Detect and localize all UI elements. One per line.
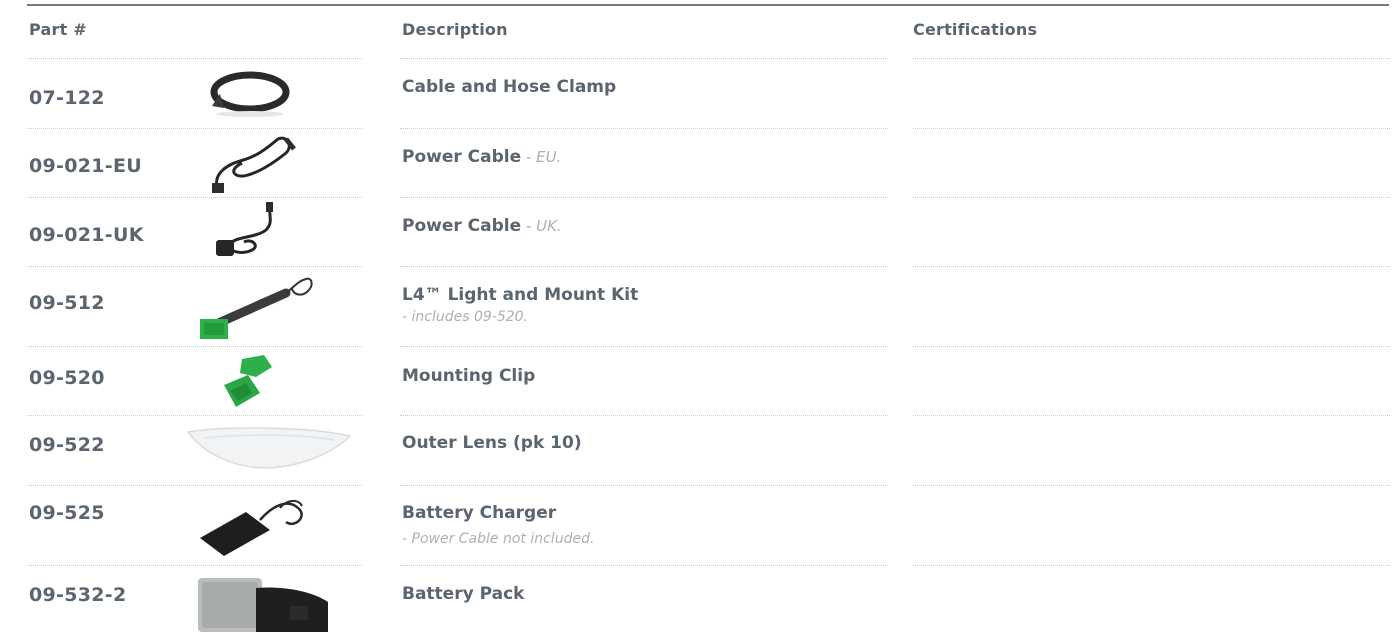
mounting-clip-image — [190, 351, 340, 413]
table-row: 09-532-2 Battery Pack — [0, 566, 1399, 632]
description-title: Power Cable - UK. — [402, 216, 562, 236]
table-row: 09-021-EU Power Cable - EU. — [0, 129, 1399, 197]
part-number: 09-532-2 — [29, 584, 127, 606]
part-number: 09-512 — [29, 292, 105, 314]
light-mount-kit-image — [190, 269, 340, 343]
table-row: 09-522 Outer Lens (pk 10) — [0, 416, 1399, 485]
header-description: Description — [402, 20, 508, 39]
description-subnote: - includes 09-520. — [402, 309, 529, 325]
description-title: Power Cable - EU. — [402, 147, 561, 167]
description-title: Mounting Clip — [402, 366, 536, 386]
battery-charger-image — [190, 488, 340, 562]
power-cable-uk-image — [190, 200, 340, 264]
description-subnote: - Power Cable not included. — [402, 531, 595, 547]
hose-clamp-image — [190, 64, 340, 124]
header-divider — [913, 58, 1390, 59]
part-number: 07-122 — [29, 87, 105, 109]
part-number: 09-021-UK — [29, 224, 144, 246]
description-region-note: - EU. — [521, 148, 562, 166]
table-row: 09-512 L4™ Light and Mount Kit - include… — [0, 267, 1399, 346]
description-title: Cable and Hose Clamp — [402, 77, 617, 97]
header-divider — [400, 58, 888, 59]
battery-pack-image — [190, 572, 340, 632]
table-row: 09-021-UK Power Cable - UK. — [0, 198, 1399, 266]
outer-lens-image — [184, 422, 354, 478]
description-title: Battery Charger — [402, 503, 557, 523]
part-number: 09-021-EU — [29, 155, 142, 177]
description-title-text: Power Cable — [402, 147, 522, 167]
power-cable-eu-image — [190, 131, 340, 195]
description-region-note: - UK. — [521, 217, 562, 235]
table-row: 09-520 Mounting Clip — [0, 347, 1399, 415]
description-title-text: Power Cable — [402, 216, 522, 236]
header-part-number: Part # — [29, 20, 87, 39]
part-number: 09-520 — [29, 367, 105, 389]
part-number: 09-525 — [29, 502, 105, 524]
header-certifications: Certifications — [913, 20, 1038, 39]
header-divider — [27, 58, 362, 59]
description-title: L4™ Light and Mount Kit — [402, 285, 639, 305]
description-title: Outer Lens (pk 10) — [402, 433, 582, 453]
part-number: 09-522 — [29, 434, 105, 456]
description-title: Battery Pack — [402, 584, 525, 604]
table-row: 07-122 Cable and Hose Clamp — [0, 60, 1399, 128]
table-row: 09-525 Battery Charger - Power Cable not… — [0, 486, 1399, 565]
table-top-rule — [27, 4, 1389, 6]
